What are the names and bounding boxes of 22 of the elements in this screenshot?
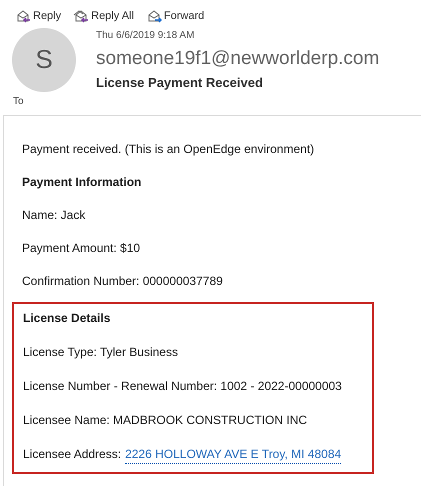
section-heading: Payment Information bbox=[22, 174, 142, 191]
toolbar-button[interactable]: Forward bbox=[146, 8, 204, 24]
toolbar-button[interactable]: Reply All bbox=[73, 8, 134, 24]
body-text: Confirmation Number: 000000037789 bbox=[22, 273, 224, 290]
body-text: Payment received. (This is an OpenEdge environment) bbox=[22, 141, 316, 158]
body-text: Payment Amount: $10 bbox=[22, 240, 142, 257]
to-label: To bbox=[12, 95, 24, 109]
body-text: Licensee Name: MADBROOK CONSTRUCTION INC bbox=[23, 412, 308, 429]
forward-icon bbox=[146, 10, 162, 23]
reply-icon bbox=[73, 10, 90, 23]
toolbar-button[interactable]: Reply bbox=[15, 8, 62, 24]
body-text: License Type: Tyler Business bbox=[23, 344, 179, 361]
field-label: Licensee Address: bbox=[23, 446, 122, 463]
date-text: Thu 6/6/2019 9:18 AM bbox=[96, 28, 196, 42]
section-heading: License Details bbox=[23, 310, 112, 327]
reply-icon bbox=[15, 10, 31, 23]
body-text: Name: Jack bbox=[22, 207, 86, 224]
subject-text: License Payment Received bbox=[96, 74, 264, 92]
sender-address: someone19f1@newworlderp.com bbox=[96, 46, 380, 70]
address-link[interactable]: 2226 HOLLOWAY AVE E Troy, MI 48084 bbox=[125, 446, 342, 464]
avatar: S bbox=[12, 28, 76, 92]
body-text: License Number - Renewal Number: 1002 - 2022-00000003 bbox=[23, 378, 343, 395]
